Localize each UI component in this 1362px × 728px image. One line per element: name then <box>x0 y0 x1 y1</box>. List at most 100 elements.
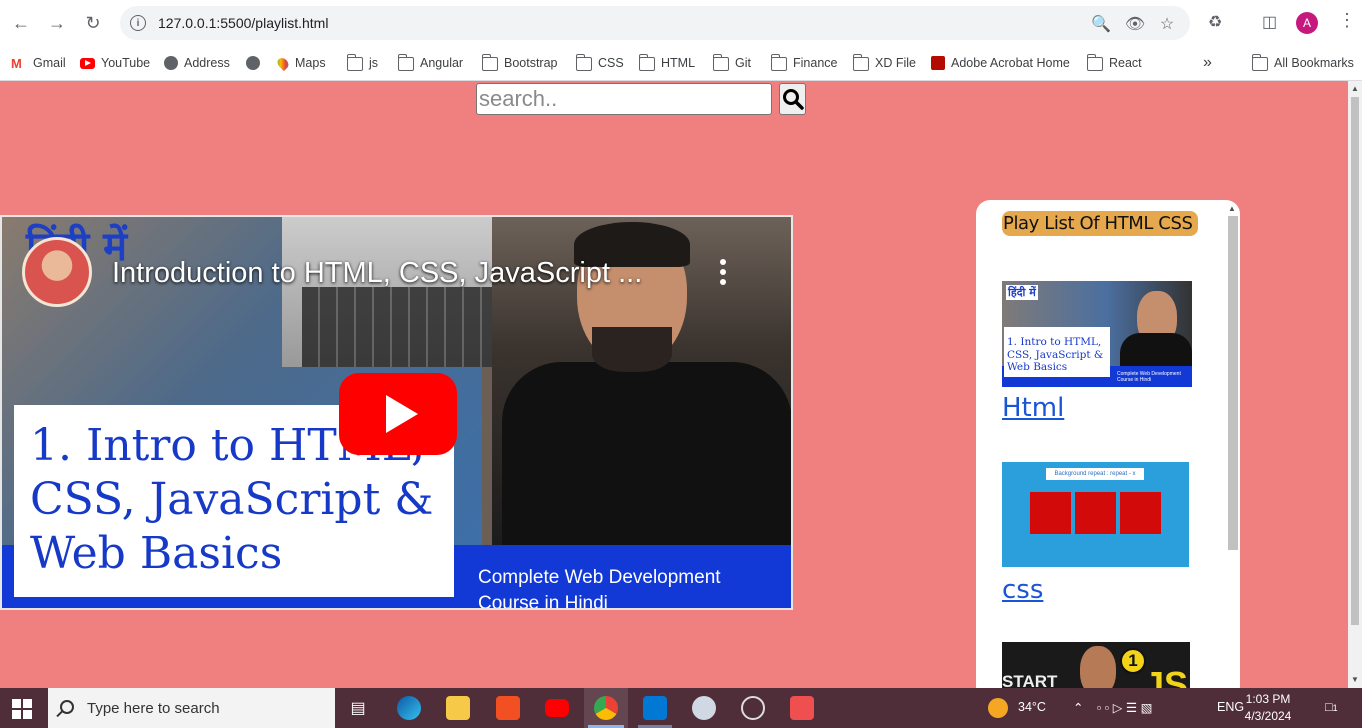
bookmark-label: Git <box>735 56 751 70</box>
bookmark-globe[interactable] <box>246 53 266 73</box>
page-content: हिंदी में Introduction to HTML, CSS, Jav… <box>0 81 1348 688</box>
acrobat-icon <box>931 56 945 70</box>
bookmark-label: Adobe Acrobat Home <box>951 56 1070 70</box>
playlist-thumb-css[interactable]: Background repeat : repeat - x <box>1002 462 1189 567</box>
bookmark-maps[interactable]: Maps <box>275 53 326 73</box>
playlist-panel: Play List Of HTML CSS 1. Intro to HTML, … <box>976 200 1240 688</box>
clock[interactable]: 1:03 PM 4/3/2024 <box>1229 691 1307 725</box>
bookmark-acrobat[interactable]: Adobe Acrobat Home <box>931 53 1070 73</box>
side-panel-icon[interactable]: ◫ <box>1262 12 1277 32</box>
task-view-icon[interactable]: ▤ <box>346 696 370 720</box>
temperature[interactable]: 34°C <box>1018 700 1046 714</box>
scroll-up-icon[interactable]: ▲ <box>1228 204 1236 213</box>
bookmark-folder-js[interactable]: js <box>346 53 378 73</box>
obs-icon[interactable] <box>741 696 765 720</box>
file-explorer-icon[interactable] <box>446 696 470 720</box>
page-scrollbar[interactable]: ▲ ▼ <box>1348 81 1362 688</box>
star-icon[interactable]: ☆ <box>1158 15 1176 33</box>
scroll-down-icon[interactable]: ▼ <box>1351 675 1359 684</box>
site-info-icon[interactable]: i <box>130 15 146 31</box>
bookmark-folder-finance[interactable]: Finance <box>770 53 838 73</box>
thumb-js: JS <box>1144 664 1189 688</box>
scroll-up-icon[interactable]: ▲ <box>1351 84 1359 93</box>
bookmark-label: React <box>1109 56 1142 70</box>
channel-avatar[interactable] <box>22 237 92 307</box>
bookmark-gmail[interactable]: M Gmail <box>11 53 66 73</box>
youtube-app-icon[interactable] <box>545 699 569 717</box>
red-square <box>1120 492 1161 534</box>
extensions-icon[interactable]: ♻ <box>1208 12 1222 32</box>
menu-kebab-icon[interactable]: ⋮ <box>1338 10 1356 31</box>
video-presenter-shirt <box>502 362 791 552</box>
address-bar[interactable]: i 127.0.0.1:5500/playlist.html 🔍 👁 ☆ <box>120 6 1190 40</box>
globe-icon <box>164 56 178 70</box>
search-input[interactable] <box>476 83 772 115</box>
bookmark-label: Bootstrap <box>504 56 558 70</box>
profile-avatar[interactable]: A <box>1296 12 1318 34</box>
bookmark-folder-css[interactable]: CSS <box>575 53 624 73</box>
bookmark-youtube[interactable]: YouTube <box>80 53 150 73</box>
youtube-play-button[interactable] <box>339 373 457 455</box>
bookmarks-overflow-icon[interactable]: » <box>1203 53 1212 73</box>
bookmark-address[interactable]: Address <box>164 53 230 73</box>
thumb-css-label: Background repeat : repeat - x <box>1046 468 1144 480</box>
video-player[interactable]: हिंदी में Introduction to HTML, CSS, Jav… <box>0 215 793 610</box>
taskbar-search[interactable]: Type here to search <box>48 688 335 728</box>
folder-icon <box>852 54 869 71</box>
playlist-link-html[interactable]: Html <box>1002 393 1064 423</box>
playlist-scroll-thumb[interactable] <box>1228 216 1238 550</box>
thumb-sub: Complete Web Development Course in Hindi <box>1117 371 1181 383</box>
bookmark-folder-xd[interactable]: XD File <box>852 53 916 73</box>
windows-taskbar: Type here to search ▤ 34°C ⌃ ▫ ▫ ▷ ☰ ▧ E… <box>0 688 1362 728</box>
anydesk-icon[interactable] <box>790 696 814 720</box>
folder-icon <box>712 54 729 71</box>
thumb-face <box>1080 646 1116 688</box>
video-presenter-beard <box>592 327 672 372</box>
forward-arrow-icon[interactable]: → <box>45 11 69 35</box>
playlist-scrollbar[interactable]: ▲ <box>1226 204 1238 688</box>
bookmark-folder-angular[interactable]: Angular <box>397 53 463 73</box>
bookmark-label: XD File <box>875 56 916 70</box>
bookmark-folder-bootstrap[interactable]: Bootstrap <box>481 53 558 73</box>
bookmark-folder-html[interactable]: HTML <box>638 53 696 73</box>
edge-icon[interactable] <box>397 696 421 720</box>
thumb-text: 1. Intro to HTML, CSS, JavaScript & Web … <box>1007 336 1104 373</box>
windows-start-icon[interactable] <box>12 699 32 719</box>
playlist-link-css[interactable]: css <box>1002 575 1043 605</box>
tray-icons[interactable]: ▫ ▫ ▷ ☰ ▧ <box>1097 700 1152 715</box>
all-bookmarks-button[interactable]: All Bookmarks <box>1251 53 1354 73</box>
playlist-thumb-html[interactable]: 1. Intro to HTML, CSS, JavaScript & Web … <box>1002 281 1192 387</box>
bookmark-label: HTML <box>661 56 696 70</box>
video-menu-icon[interactable] <box>720 259 728 285</box>
bookmark-folder-react[interactable]: React <box>1086 53 1142 73</box>
vscode-icon[interactable] <box>643 696 667 720</box>
folder-icon <box>770 54 787 71</box>
address-url[interactable]: 127.0.0.1:5500/playlist.html <box>158 15 328 31</box>
chevron-up-icon[interactable]: ⌃ <box>1073 700 1083 715</box>
back-arrow-icon[interactable]: ← <box>9 11 33 35</box>
folder-icon <box>346 54 363 71</box>
page-scroll-thumb[interactable] <box>1351 97 1359 625</box>
notification-count: 1 <box>1332 703 1338 713</box>
thumb-number: 1 <box>1120 648 1146 674</box>
weather-icon[interactable] <box>988 698 1008 718</box>
video-title[interactable]: Introduction to HTML, CSS, JavaScript ..… <box>112 257 642 290</box>
paint-icon[interactable] <box>692 696 716 720</box>
all-bookmarks-label: All Bookmarks <box>1274 56 1354 70</box>
globe-icon <box>246 56 260 70</box>
bookmark-folder-git[interactable]: Git <box>712 53 751 73</box>
store-icon[interactable] <box>496 696 520 720</box>
reload-icon[interactable]: ↻ <box>81 11 105 35</box>
eye-off-icon[interactable]: 👁 <box>1125 15 1145 33</box>
playlist-thumb-js[interactable]: START 1 JS <box>1002 642 1190 688</box>
thumb-hindi: हिंदी में <box>1006 285 1038 300</box>
bookmark-label: Finance <box>793 56 838 70</box>
folder-icon <box>481 54 498 71</box>
chrome-icon[interactable] <box>594 696 618 720</box>
notification-icon[interactable]: □1 <box>1325 700 1338 714</box>
search-button[interactable] <box>779 83 806 115</box>
zoom-icon[interactable]: 🔍 <box>1091 15 1111 33</box>
red-square <box>1075 492 1116 534</box>
folder-icon <box>397 54 414 71</box>
thumb-start: START <box>1002 672 1058 688</box>
